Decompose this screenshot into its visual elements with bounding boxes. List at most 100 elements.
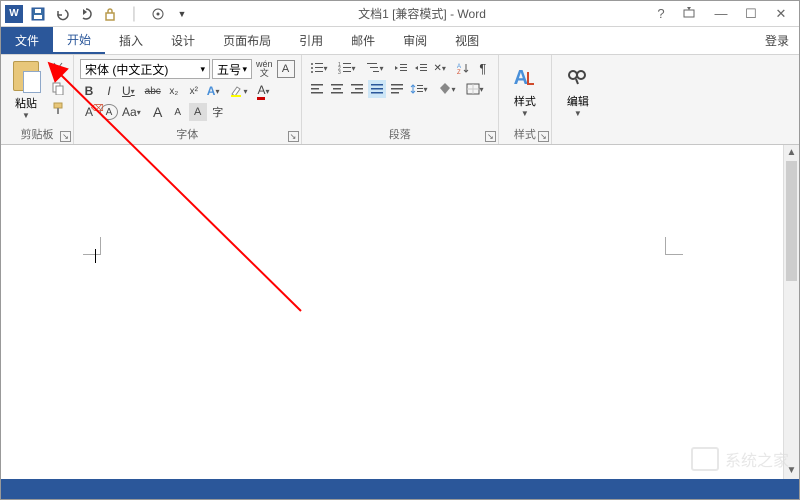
- group-clipboard: 粘贴 ▼ 剪贴板 ↘: [1, 55, 74, 144]
- text-effects-button[interactable]: A▾: [205, 82, 226, 100]
- redo-icon[interactable]: [77, 5, 95, 23]
- window-title: 文档1 [兼容模式] - Word: [191, 5, 653, 22]
- increase-indent-button[interactable]: [412, 59, 430, 77]
- format-painter-button[interactable]: [49, 99, 67, 117]
- ribbon: 粘贴 ▼ 剪贴板 ↘ 宋体 (中文正文)▾ 五号▾ wén文 A: [1, 55, 799, 145]
- tab-insert[interactable]: 插入: [105, 27, 157, 54]
- group-label-paragraph: 段落: [308, 124, 492, 142]
- status-bar: [1, 479, 799, 499]
- qat-customize-icon[interactable]: ▼: [173, 5, 191, 23]
- help-icon[interactable]: ?: [653, 6, 669, 22]
- change-case-label: Aa: [122, 105, 137, 119]
- bold-button[interactable]: B: [80, 82, 98, 100]
- tab-review[interactable]: 审阅: [389, 27, 441, 54]
- styles-label: 样式: [514, 93, 536, 109]
- underline-button[interactable]: U▾: [120, 82, 141, 100]
- phonetic-guide-button[interactable]: wén文: [254, 60, 275, 78]
- scroll-thumb[interactable]: [786, 161, 797, 281]
- group-styles: A 样式 ▼ 样式 ↘: [499, 55, 552, 144]
- paste-icon: [11, 59, 41, 93]
- underline-label: U: [122, 84, 131, 98]
- svg-text:3: 3: [338, 70, 341, 74]
- font-name-select[interactable]: 宋体 (中文正文)▾: [80, 59, 210, 79]
- group-paragraph: ▾ 123▾ ▾ ✕▾ AZ ¶ ▾ ▾ ▾: [302, 55, 499, 144]
- character-border-button[interactable]: A: [277, 60, 295, 78]
- svg-text:Z: Z: [457, 70, 461, 74]
- save-icon[interactable]: [29, 5, 47, 23]
- font-launcher-icon[interactable]: ↘: [288, 131, 299, 142]
- align-center-button[interactable]: [328, 80, 346, 98]
- minimize-icon[interactable]: —: [713, 6, 729, 22]
- close-icon[interactable]: ✕: [773, 6, 789, 22]
- editing-button[interactable]: 编辑 ▼: [558, 59, 598, 128]
- sign-in-link[interactable]: 登录: [755, 27, 799, 54]
- strikethrough-button[interactable]: abc: [143, 82, 163, 100]
- sort-button[interactable]: AZ: [454, 59, 472, 77]
- tab-references[interactable]: 引用: [285, 27, 337, 54]
- group-font: 宋体 (中文正文)▾ 五号▾ wén文 A B I U▾ abc x₂ x² A…: [74, 55, 302, 144]
- find-icon: [564, 63, 592, 93]
- borders-button[interactable]: ▾: [464, 80, 490, 98]
- styles-button[interactable]: A 样式 ▼: [505, 59, 545, 124]
- multilevel-list-button[interactable]: ▾: [364, 59, 390, 77]
- grow-font-button[interactable]: A: [149, 103, 167, 121]
- quick-access-toolbar: | ▼: [29, 5, 191, 23]
- numbering-button[interactable]: 123▾: [336, 59, 362, 77]
- scroll-down-icon[interactable]: ▼: [784, 463, 799, 479]
- paste-button[interactable]: 粘贴 ▼: [7, 59, 45, 124]
- window-controls: ? — ☐ ✕: [653, 6, 789, 22]
- circle-number-button[interactable]: 字: [209, 103, 227, 121]
- styles-icon: A: [511, 63, 539, 93]
- highlight-button[interactable]: ▾: [227, 82, 253, 100]
- touch-mode-icon[interactable]: [149, 5, 167, 23]
- maximize-icon[interactable]: ☐: [743, 6, 759, 22]
- character-shading-button[interactable]: A: [189, 103, 207, 121]
- font-size-value: 五号: [217, 61, 241, 78]
- distributed-button[interactable]: [388, 80, 406, 98]
- text-cursor-icon: [95, 249, 96, 263]
- tab-mailings[interactable]: 邮件: [337, 27, 389, 54]
- decrease-indent-button[interactable]: [392, 59, 410, 77]
- cut-button[interactable]: [49, 59, 67, 77]
- margin-corner-tl-icon: [83, 237, 101, 255]
- copy-button[interactable]: [49, 79, 67, 97]
- subscript-button[interactable]: x₂: [165, 82, 183, 100]
- lock-icon[interactable]: [101, 5, 119, 23]
- justify-button[interactable]: [368, 80, 386, 98]
- document-canvas[interactable]: [1, 145, 783, 479]
- font-color-button[interactable]: A▾: [255, 82, 275, 100]
- group-editing: 编辑 ▼: [552, 55, 604, 144]
- editing-dropdown-icon[interactable]: ▼: [574, 109, 582, 118]
- tab-layout[interactable]: 页面布局: [209, 27, 285, 54]
- tab-home[interactable]: 开始: [53, 27, 105, 54]
- shrink-font-button[interactable]: A: [169, 103, 187, 121]
- clipboard-launcher-icon[interactable]: ↘: [60, 131, 71, 142]
- ribbon-display-icon[interactable]: [683, 6, 699, 22]
- clear-formatting-button[interactable]: A⌫: [80, 103, 98, 121]
- undo-icon[interactable]: [53, 5, 71, 23]
- font-size-select[interactable]: 五号▾: [212, 59, 252, 79]
- scroll-up-icon[interactable]: ▲: [784, 145, 799, 161]
- line-spacing-button[interactable]: ▾: [408, 80, 434, 98]
- tab-view[interactable]: 视图: [441, 27, 493, 54]
- paragraph-launcher-icon[interactable]: ↘: [485, 131, 496, 142]
- change-case-button[interactable]: Aa▾: [120, 103, 147, 121]
- tab-file[interactable]: 文件: [1, 27, 53, 54]
- title-bar: W | ▼ 文档1 [兼容模式] - Word ? — ☐ ✕: [1, 1, 799, 27]
- vertical-scrollbar[interactable]: ▲ ▼: [783, 145, 799, 479]
- tab-design[interactable]: 设计: [157, 27, 209, 54]
- styles-launcher-icon[interactable]: ↘: [538, 131, 549, 142]
- paste-dropdown-icon[interactable]: ▼: [22, 111, 30, 120]
- styles-dropdown-icon[interactable]: ▼: [521, 109, 529, 118]
- show-hide-button[interactable]: ¶: [474, 59, 492, 77]
- paste-label: 粘贴: [15, 95, 37, 111]
- bullets-button[interactable]: ▾: [308, 59, 334, 77]
- align-right-button[interactable]: [348, 80, 366, 98]
- superscript-button[interactable]: x²: [185, 82, 203, 100]
- align-left-button[interactable]: [308, 80, 326, 98]
- italic-button[interactable]: I: [100, 82, 118, 100]
- group-label-editing: [558, 128, 598, 142]
- shading-button[interactable]: ▾: [436, 80, 462, 98]
- group-label-font: 字体: [80, 124, 295, 142]
- asian-layout-button[interactable]: ✕▾: [432, 59, 452, 77]
